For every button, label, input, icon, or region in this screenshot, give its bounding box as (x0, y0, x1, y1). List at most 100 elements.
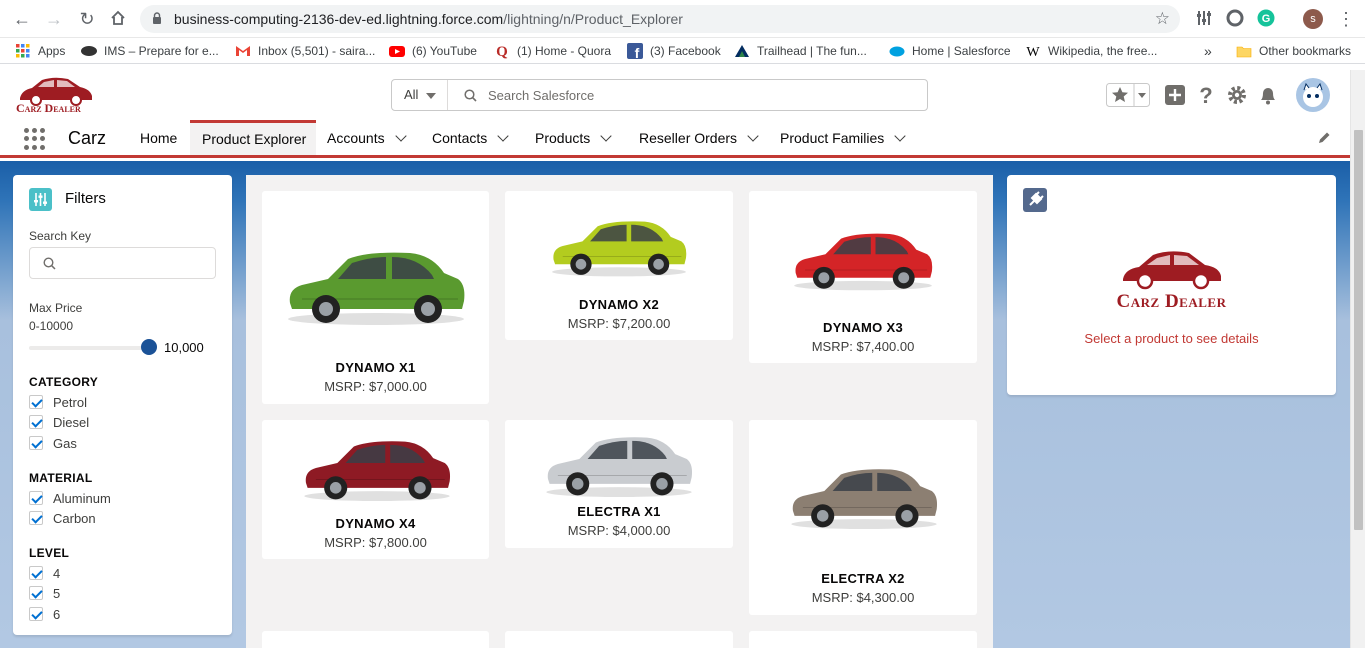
product-tile[interactable] (505, 631, 733, 648)
car-image (304, 441, 451, 502)
back-icon[interactable]: ← (12, 9, 32, 29)
product-tile-electra-x2[interactable]: ELECTRA X2 MSRP: $4,300.00 (749, 420, 977, 615)
product-tile-list: DYNAMO X1 MSRP: $7,000.00 DYNAMO X2 MSRP… (246, 175, 993, 648)
setup-gear-icon[interactable] (1225, 83, 1249, 107)
bookmark-apps[interactable]: Apps (15, 42, 65, 60)
category-heading: CATEGORY (29, 375, 99, 389)
global-search: All (391, 79, 928, 111)
other-bookmarks-folder[interactable]: Other bookmarks (1236, 42, 1351, 60)
car-image (552, 221, 687, 277)
bookmark-youtube[interactable]: (6) YouTube (389, 42, 477, 60)
notifications-bell-icon[interactable] (1256, 83, 1280, 107)
product-tile-dynamo-x1[interactable]: DYNAMO X1 MSRP: $7,000.00 (262, 191, 489, 404)
chevron-down-icon (426, 93, 436, 99)
material-option-aluminum[interactable]: Aluminum (29, 490, 111, 506)
edit-nav-pencil-icon[interactable] (1317, 131, 1331, 145)
chevron-down-icon[interactable] (894, 130, 906, 142)
category-option-diesel[interactable]: Diesel (29, 414, 89, 430)
bookmark-salesforce[interactable]: Home | Salesforce (889, 42, 1011, 60)
product-tile[interactable] (749, 631, 977, 648)
product-tile-dynamo-x2[interactable]: DYNAMO X2 MSRP: $7,200.00 (505, 191, 733, 340)
bookmark-wikipedia[interactable]: W Wikipedia, the free... (1025, 42, 1157, 60)
grammarly-icon[interactable]: G (1257, 9, 1275, 27)
salesforce-icon (889, 46, 905, 57)
help-icon[interactable]: ? (1194, 83, 1218, 107)
nav-tab-accounts[interactable]: Accounts (327, 120, 407, 155)
chevron-down-icon[interactable] (747, 130, 759, 142)
ims-icon (81, 46, 97, 56)
extension-c-icon[interactable] (1226, 9, 1244, 27)
bookmark-quora[interactable]: Q (1) Home - Quora (494, 42, 611, 60)
product-tile[interactable] (262, 631, 489, 648)
bookmark-star-icon[interactable]: ☆ (1155, 9, 1170, 29)
category-option-gas[interactable]: Gas (29, 435, 77, 451)
level-option-4[interactable]: 4 (29, 565, 60, 581)
checkbox-checked[interactable] (29, 586, 43, 600)
favorites-star-icon[interactable] (1106, 83, 1150, 107)
product-price: MSRP: $7,400.00 (811, 339, 915, 354)
app-launcher-waffle-icon[interactable] (24, 128, 46, 150)
address-bar[interactable]: business-computing-2136-dev-ed.lightning… (140, 5, 1180, 33)
checkbox-checked[interactable] (29, 607, 43, 621)
url-text: business-computing-2136-dev-ed.lightning… (174, 11, 683, 27)
level-option-5[interactable]: 5 (29, 585, 60, 601)
bookmark-gmail[interactable]: Inbox (5,501) - saira... (235, 42, 375, 60)
bookmark-facebook[interactable]: f (3) Facebook (627, 42, 721, 60)
product-plug-icon (1023, 188, 1047, 212)
checkbox-checked[interactable] (29, 566, 43, 580)
app-name: Carz (68, 128, 107, 148)
user-avatar[interactable] (1296, 78, 1330, 112)
profile-avatar[interactable]: s (1303, 9, 1323, 29)
page-scrollbar[interactable] (1350, 70, 1365, 648)
product-price: MSRP: $7,800.00 (324, 535, 427, 550)
product-tile-dynamo-x4[interactable]: DYNAMO X4 MSRP: $7,800.00 (262, 420, 489, 559)
search-key-label: Search Key (29, 229, 92, 243)
facebook-icon: f (627, 43, 643, 59)
gmail-icon (236, 46, 250, 56)
category-option-petrol[interactable]: Petrol (29, 394, 87, 410)
product-tile-dynamo-x3[interactable]: DYNAMO X3 MSRP: $7,400.00 (749, 191, 977, 363)
youtube-icon (389, 46, 405, 57)
checkbox-checked[interactable] (29, 395, 43, 409)
chrome-menu-icon[interactable]: ⋮ (1336, 9, 1356, 29)
search-key-field[interactable] (29, 247, 216, 279)
more-bookmarks-chevron[interactable]: » (1204, 42, 1212, 60)
checkbox-checked[interactable] (29, 491, 43, 505)
forward-icon[interactable]: → (44, 9, 64, 29)
svg-text:Q: Q (496, 44, 508, 59)
chevron-down-icon[interactable] (600, 130, 612, 142)
nav-tab-home[interactable]: Home (140, 120, 177, 155)
search-key-input[interactable] (62, 254, 207, 272)
global-actions-plus-icon[interactable] (1163, 83, 1187, 107)
product-name: ELECTRA X2 (821, 571, 905, 586)
search-scope-dropdown[interactable]: All (392, 80, 448, 110)
level-option-6[interactable]: 6 (29, 606, 60, 622)
search-input[interactable] (488, 85, 908, 105)
max-price-slider-track[interactable] (29, 346, 150, 350)
chevron-down-icon[interactable] (497, 130, 509, 142)
bookmark-trailhead[interactable]: Trailhead | The fun... (734, 42, 867, 60)
chevron-down-icon[interactable] (394, 130, 407, 142)
wikipedia-icon: W (1026, 45, 1040, 59)
scrollbar-thumb[interactable] (1354, 130, 1363, 530)
nav-tab-reseller-orders[interactable]: Reseller Orders (639, 120, 759, 155)
checkbox-checked[interactable] (29, 415, 43, 429)
svg-text:?: ? (1199, 83, 1212, 107)
bookmark-ims[interactable]: IMS – Prepare for e... (81, 42, 219, 60)
nav-tab-products[interactable]: Products (535, 120, 612, 155)
equalizer-extension-icon[interactable] (1195, 9, 1213, 27)
carz-dealer-logo (1123, 251, 1221, 290)
product-tile-electra-x1[interactable]: ELECTRA X1 MSRP: $4,000.00 (505, 420, 733, 548)
max-price-slider-handle[interactable] (141, 339, 157, 355)
material-option-carbon[interactable]: Carbon (29, 510, 96, 526)
nav-tab-product-families[interactable]: Product Families (780, 120, 906, 155)
checkbox-checked[interactable] (29, 511, 43, 525)
car-image (546, 437, 693, 498)
nav-tab-contacts[interactable]: Contacts (432, 120, 509, 155)
nav-tab-product-explorer[interactable]: Product Explorer (190, 120, 316, 155)
reload-icon[interactable]: ↻ (77, 9, 97, 29)
home-icon[interactable] (108, 9, 128, 29)
search-icon (43, 257, 56, 270)
checkbox-checked[interactable] (29, 436, 43, 450)
car-image (791, 469, 938, 530)
